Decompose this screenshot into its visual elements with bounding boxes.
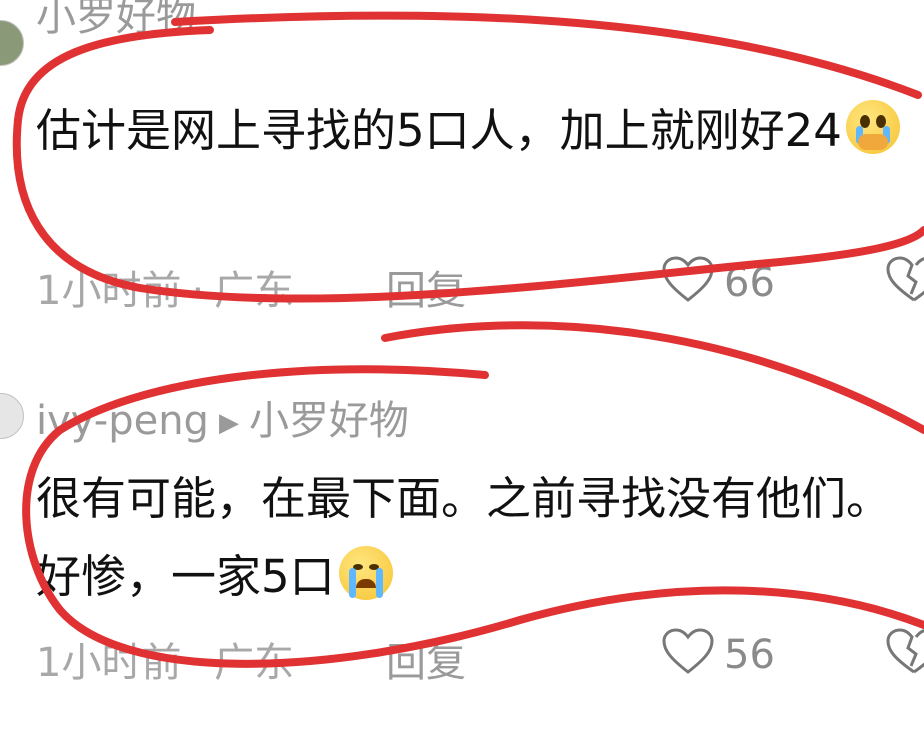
location: 广东: [214, 640, 295, 686]
heart-icon: [662, 628, 714, 674]
face-holding-back-tears-emoji: [845, 100, 900, 154]
replied-to-username[interactable]: 小罗好物: [249, 398, 409, 444]
timestamp: 1小时前: [36, 268, 182, 314]
reply-button[interactable]: 回复: [386, 258, 466, 316]
meta-separator: ·: [191, 640, 205, 686]
loudly-crying-face-emoji: [338, 546, 393, 600]
avatar[interactable]: [0, 20, 24, 66]
comment-text: 估计是网上寻找的5口人，加上就刚好24: [36, 92, 916, 170]
broken-heart-icon: [886, 256, 924, 302]
comment-text-content: 估计是网上寻找的5口人，加上就刚好24: [36, 104, 842, 157]
like-count: 66: [724, 260, 775, 306]
comment-meta: 1小时前 · 广东: [36, 258, 294, 316]
reply-arrow-icon: ▶: [218, 408, 239, 438]
like-count: 56: [724, 632, 775, 678]
reply-button[interactable]: 回复: [386, 630, 466, 688]
like-button[interactable]: 56: [662, 628, 775, 678]
meta-separator: ·: [191, 268, 205, 314]
comment-text-content: 很有可能，在最下面。之前寻找没有他们。好惨，一家5口: [36, 472, 892, 603]
heart-icon: [662, 256, 714, 302]
like-button[interactable]: 66: [662, 256, 775, 306]
reply-username[interactable]: ivy-peng: [36, 398, 209, 444]
dislike-button[interactable]: [884, 256, 924, 308]
dislike-button[interactable]: [884, 628, 924, 680]
comment-text: 很有可能，在最下面。之前寻找没有他们。好惨，一家5口: [36, 460, 916, 616]
location: 广东: [214, 268, 295, 314]
comment-meta: 1小时前 · 广东: [36, 630, 294, 688]
avatar[interactable]: [0, 393, 24, 439]
username[interactable]: 小罗好物: [36, 0, 196, 42]
broken-heart-icon: [886, 628, 924, 674]
username[interactable]: ivy-peng ▶ 小罗好物: [36, 388, 409, 446]
timestamp: 1小时前: [36, 640, 182, 686]
